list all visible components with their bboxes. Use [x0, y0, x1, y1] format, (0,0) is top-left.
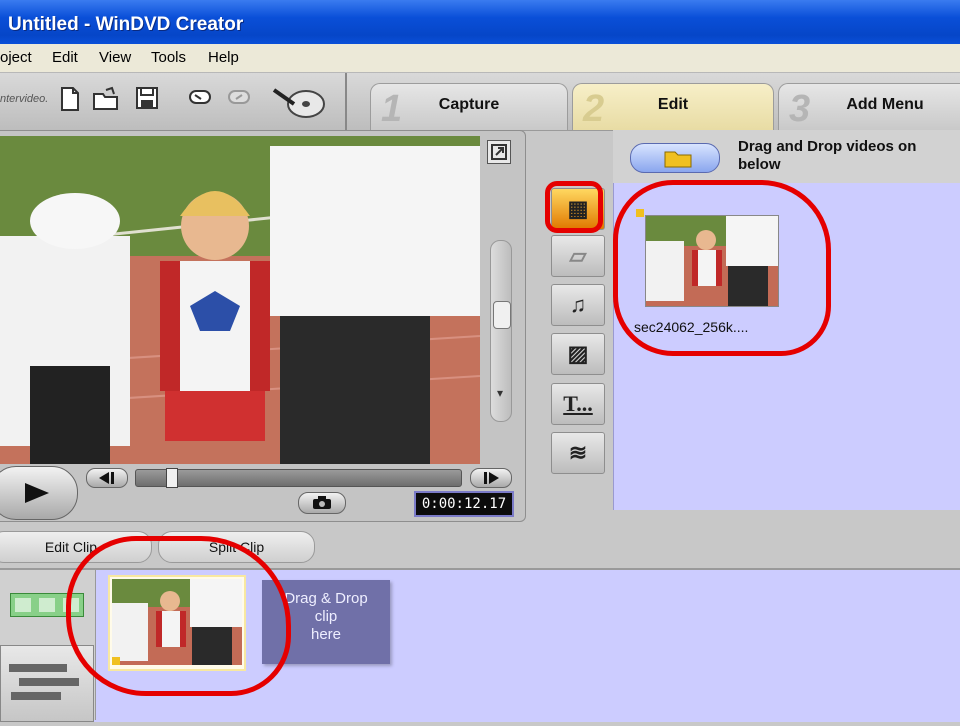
image-icon[interactable]: ▱ — [551, 235, 605, 277]
next-frame-button[interactable] — [470, 468, 512, 488]
window-title: Untitled - WinDVD Creator — [8, 14, 244, 35]
menu-edit[interactable]: Edit — [52, 49, 78, 66]
tab-label: Capture — [438, 96, 500, 113]
prev-frame-button[interactable] — [86, 468, 128, 488]
intervideo-logo: ntervideo. — [0, 93, 49, 105]
new-file-icon[interactable] — [56, 86, 84, 114]
music-icon[interactable]: ♫ — [551, 284, 605, 326]
tab-add-menu[interactable]: 3 Add Menu — [778, 83, 960, 130]
annotation-circle — [545, 181, 603, 233]
toolbar-divider — [345, 73, 347, 130]
redo-icon[interactable] — [226, 86, 254, 114]
effects-icon[interactable]: ≋ — [551, 432, 605, 474]
fullscreen-icon[interactable] — [487, 140, 511, 164]
menu-help[interactable]: Help — [208, 49, 239, 66]
tab-label: Edit — [657, 96, 689, 113]
volume-low-icon: ▾ — [497, 386, 504, 400]
title-bar: Untitled - WinDVD Creator — [0, 0, 960, 44]
video-preview — [0, 136, 480, 464]
save-icon[interactable] — [133, 86, 161, 114]
toolbar: ntervideo. 1 Capture 2 Edit 3 Add Menu — [0, 73, 960, 131]
seek-bar[interactable] — [135, 468, 462, 488]
instruction-line: below — [738, 156, 781, 173]
menu-tools[interactable]: Tools — [151, 49, 186, 66]
annotation-circle — [613, 180, 831, 356]
burn-disc-icon[interactable] — [272, 86, 328, 118]
menu-view[interactable]: View — [99, 49, 131, 66]
menu-project[interactable]: oject — [0, 49, 32, 66]
instruction-line: Drag and Drop videos on — [738, 138, 917, 155]
volume-slider-thumb[interactable] — [493, 301, 511, 329]
tab-capture[interactable]: 1 Capture — [370, 83, 568, 130]
library-folder-button[interactable] — [630, 143, 720, 173]
tab-edit[interactable]: 2 Edit — [572, 83, 774, 130]
seek-bar-thumb[interactable] — [166, 468, 178, 488]
text-title-icon[interactable]: T... — [551, 383, 605, 425]
open-folder-icon[interactable] — [92, 86, 120, 114]
library-instruction: Drag and Drop videos on below — [738, 138, 916, 174]
timecode-display: 0:00:12.17 — [414, 491, 514, 517]
snapshot-button[interactable] — [298, 492, 346, 514]
tab-label: Add Menu — [846, 96, 924, 113]
transition-icon[interactable]: ▨ — [551, 333, 605, 375]
volume-slider[interactable]: ▾ — [490, 240, 512, 422]
play-button[interactable] — [0, 466, 78, 520]
undo-icon[interactable] — [187, 86, 215, 114]
annotation-circle — [66, 536, 291, 696]
menu-bar: oject Edit View Tools Help — [0, 44, 960, 73]
